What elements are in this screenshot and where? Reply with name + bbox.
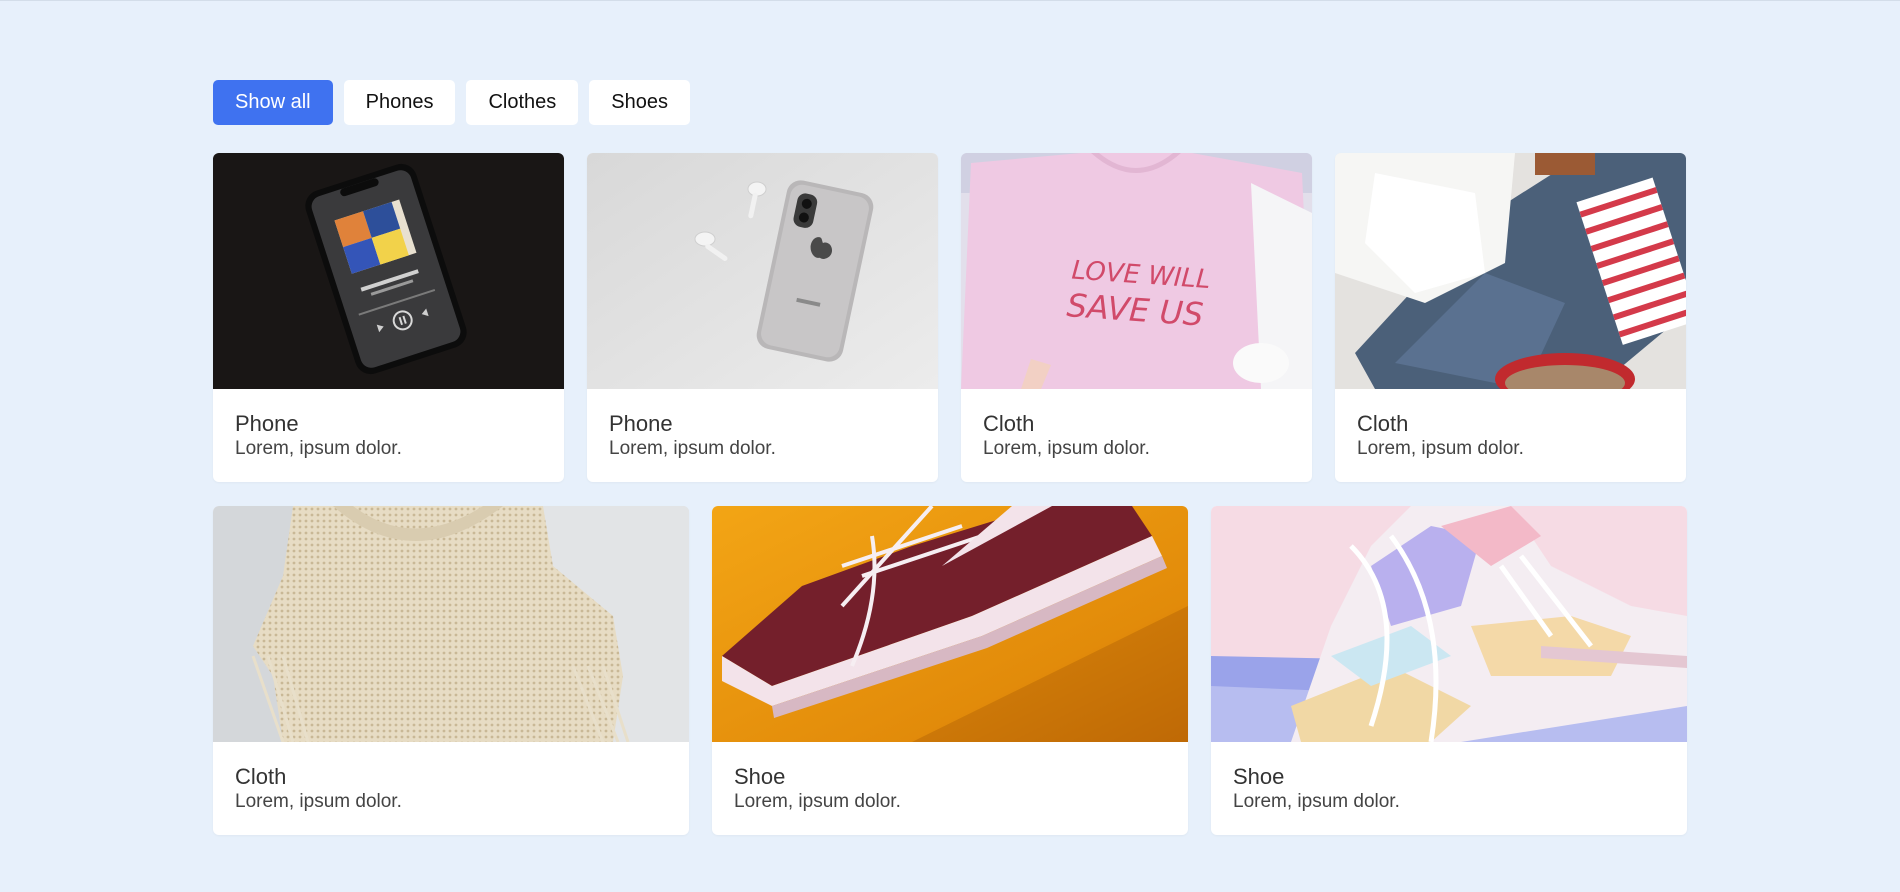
card-body: Cloth Lorem, ipsum dolor. (1335, 389, 1686, 461)
card-body: Phone Lorem, ipsum dolor. (587, 389, 938, 461)
phone-music-player-image (213, 153, 564, 389)
product-card[interactable]: Shoe Lorem, ipsum dolor. (712, 506, 1188, 835)
card-description: Lorem, ipsum dolor. (235, 791, 402, 812)
card-title: Phone (609, 411, 673, 436)
card-body: Cloth Lorem, ipsum dolor. (961, 389, 1312, 461)
card-body: Shoe Lorem, ipsum dolor. (1211, 742, 1687, 814)
card-description: Lorem, ipsum dolor. (1233, 791, 1400, 812)
filter-show-all-button[interactable]: Show all (213, 80, 333, 125)
pastel-sneaker-image (1211, 506, 1687, 742)
gallery-row-1: Phone Lorem, ipsum dolor. Phone Lorem, i… (213, 153, 1686, 482)
card-description: Lorem, ipsum dolor. (609, 438, 776, 459)
card-body: Shoe Lorem, ipsum dolor. (712, 742, 1188, 814)
card-title: Shoe (1233, 764, 1285, 789)
product-card[interactable]: Phone Lorem, ipsum dolor. (587, 153, 938, 482)
card-body: Cloth Lorem, ipsum dolor. (213, 742, 689, 814)
card-body: Phone Lorem, ipsum dolor. (213, 389, 564, 461)
top-border (0, 0, 1900, 1)
knit-top-image (213, 506, 689, 742)
card-title: Shoe (734, 764, 786, 789)
product-card[interactable]: LOVE WILL SAVE US Cloth Lorem, ipsum dol… (961, 153, 1312, 482)
product-card[interactable]: Cloth Lorem, ipsum dolor. (1335, 153, 1686, 482)
card-title: Cloth (235, 764, 287, 789)
clothes-jeans-image (1335, 153, 1686, 389)
card-description: Lorem, ipsum dolor. (235, 438, 402, 459)
gallery-row-2: Cloth Lorem, ipsum dolor. Shoe Lorem, ip… (213, 506, 1687, 835)
pink-tshirt-image: LOVE WILL SAVE US (961, 153, 1312, 389)
card-title: Phone (235, 411, 299, 436)
filter-phones-button[interactable]: Phones (343, 80, 456, 125)
card-description: Lorem, ipsum dolor. (983, 438, 1150, 459)
product-card[interactable]: Phone Lorem, ipsum dolor. (213, 153, 564, 482)
product-card[interactable]: Shoe Lorem, ipsum dolor. (1211, 506, 1687, 835)
card-description: Lorem, ipsum dolor. (1357, 438, 1524, 459)
filter-shoes-button[interactable]: Shoes (589, 80, 690, 125)
product-card[interactable]: Cloth Lorem, ipsum dolor. (213, 506, 689, 835)
red-sneaker-image (712, 506, 1188, 742)
card-description: Lorem, ipsum dolor. (734, 791, 901, 812)
filter-clothes-button[interactable]: Clothes (466, 80, 579, 125)
filter-bar: Show all Phones Clothes Shoes (213, 80, 690, 125)
card-title: Cloth (1357, 411, 1409, 436)
phone-airpods-image (587, 153, 938, 389)
card-title: Cloth (983, 411, 1035, 436)
